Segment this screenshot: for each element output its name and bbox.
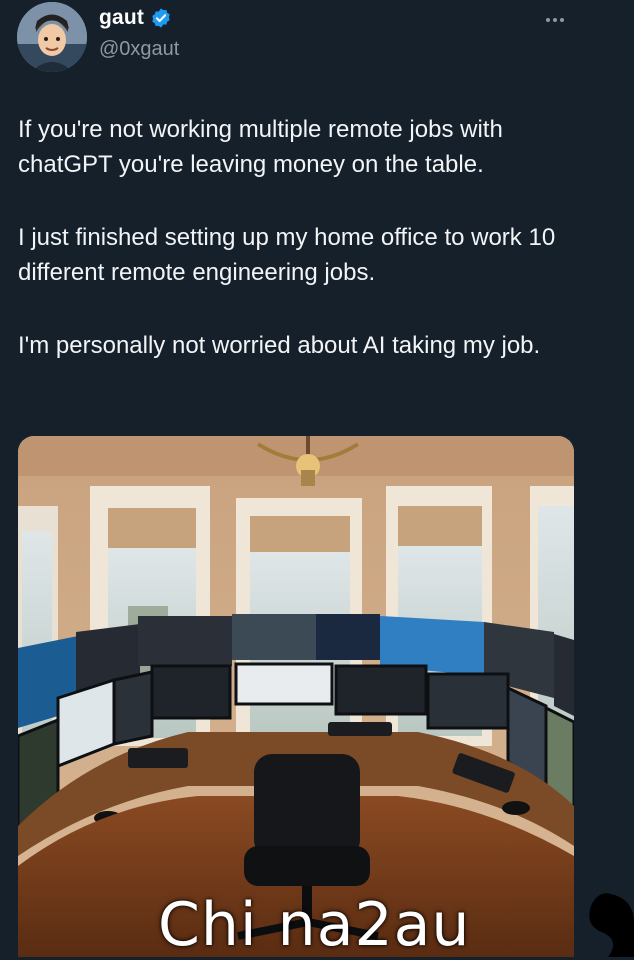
- more-options-icon[interactable]: [546, 10, 574, 30]
- avatar[interactable]: [17, 2, 87, 72]
- corner-shape: [589, 893, 634, 957]
- tweet: gaut @0xgaut If you're not working multi…: [0, 0, 634, 960]
- author-row: gaut: [99, 6, 172, 30]
- display-name[interactable]: gaut: [99, 6, 144, 30]
- handle[interactable]: @0xgaut: [99, 38, 179, 61]
- tweet-paragraph-3: I'm personally not worried about AI taki…: [18, 332, 541, 359]
- tweet-paragraph-1: If you're not working multiple remote jo…: [18, 116, 503, 178]
- tweet-paragraph-2: I just finished setting up my home offic…: [18, 224, 556, 286]
- watermark: Chi na2au: [158, 890, 471, 960]
- tweet-photo[interactable]: [18, 436, 574, 957]
- verified-badge-icon: [152, 8, 170, 28]
- tweet-text: If you're not working multiple remote jo…: [18, 112, 598, 401]
